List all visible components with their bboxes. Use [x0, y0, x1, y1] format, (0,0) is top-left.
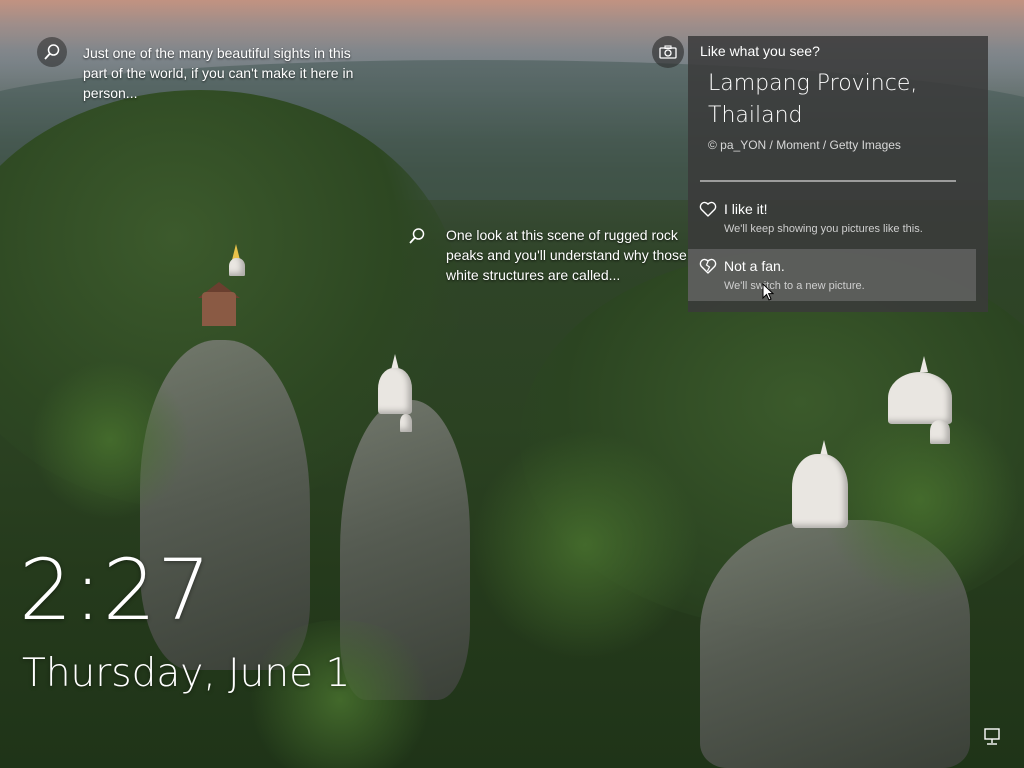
camera-button[interactable] — [652, 36, 684, 68]
white-stupa-center — [378, 368, 412, 414]
spotlight-panel: Like what you see? Lampang Province, Tha… — [688, 36, 988, 312]
like-label: I like it! — [724, 201, 768, 217]
foliage — [30, 360, 190, 520]
heart-broken-icon — [699, 258, 717, 274]
info-hotspot[interactable]: One look at this scene of rugged rock pe… — [402, 221, 716, 285]
heart-icon — [699, 201, 717, 217]
like-subtext: We'll keep showing you pictures like thi… — [724, 223, 923, 235]
panel-header: Like what you see? — [700, 43, 820, 59]
dislike-subtext: We'll switch to a new picture. — [724, 280, 865, 292]
dislike-option[interactable]: Not a fan. We'll switch to a new picture… — [688, 249, 976, 301]
info-hotspot[interactable]: Just one of the many beautiful sights in… — [37, 37, 363, 103]
photo-credit: © pa_YON / Moment / Getty Images — [708, 138, 901, 152]
search-icon[interactable] — [37, 37, 67, 67]
location-title: Lampang Province, Thailand — [708, 71, 918, 128]
clock-date: Thursday, June 1 — [22, 651, 351, 696]
hotspot-caption: One look at this scene of rugged rock pe… — [446, 227, 687, 283]
dislike-label: Not a fan. — [724, 258, 785, 274]
white-pavilion — [888, 372, 952, 424]
network-icon[interactable] — [982, 728, 1002, 746]
search-icon[interactable] — [402, 221, 432, 251]
hotspot-caption: Just one of the many beautiful sights in… — [83, 45, 354, 101]
divider — [700, 180, 956, 182]
stupa-spire — [920, 356, 928, 372]
small-stupa — [400, 414, 412, 432]
small-stupa — [930, 420, 950, 444]
lock-screen[interactable]: Just one of the many beautiful sights in… — [0, 0, 1024, 768]
foliage — [470, 430, 700, 660]
white-stupa-right — [792, 454, 848, 528]
camera-icon — [659, 45, 677, 59]
like-option[interactable]: I like it! We'll keep showing you pictur… — [688, 192, 976, 244]
mouse-pointer-icon — [762, 283, 774, 301]
foliage — [820, 400, 1020, 600]
temple-building — [202, 292, 236, 326]
clock-time: 2:27 — [19, 541, 212, 639]
small-stupa — [229, 258, 245, 276]
